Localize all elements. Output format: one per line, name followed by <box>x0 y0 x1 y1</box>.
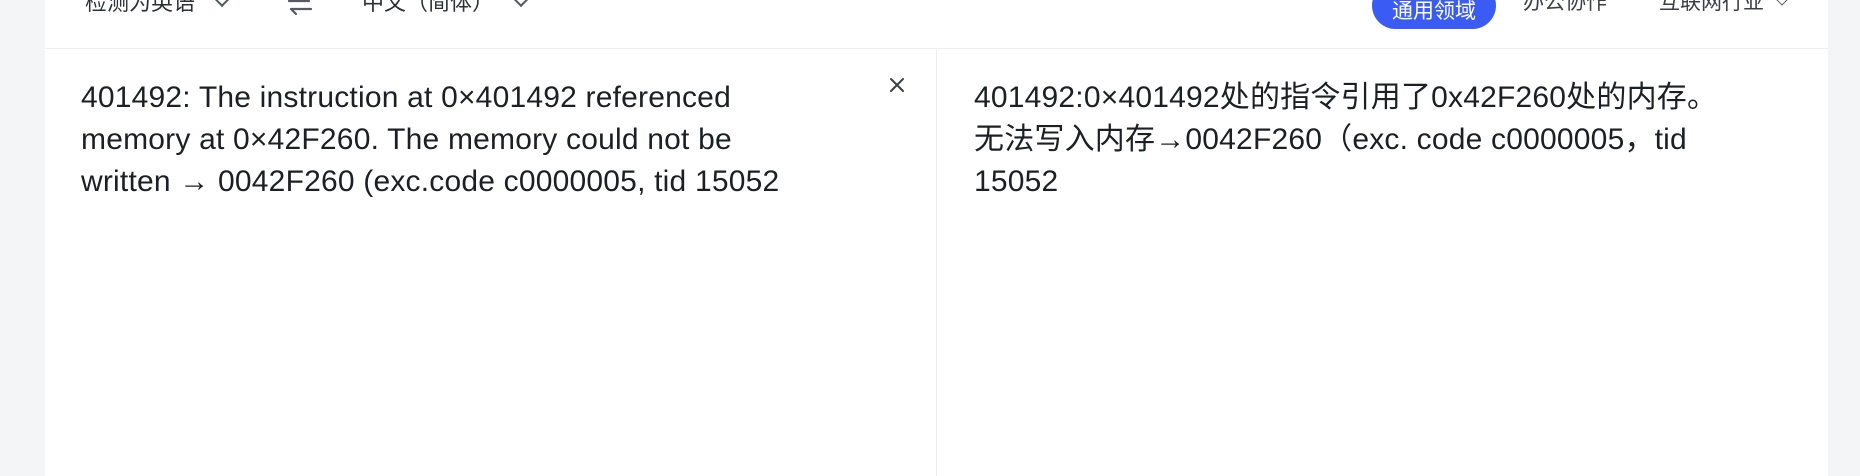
language-toolbar: 检测为英语 中文（简体） 通用领域 办公协作 互联网行业 <box>45 0 1828 49</box>
target-language-label: 中文（简体） <box>362 0 495 15</box>
source-text[interactable]: 401492: The instruction at 0×401492 refe… <box>81 77 871 203</box>
domain-general-button[interactable]: 通用领域 <box>1372 0 1496 29</box>
translation-text: 401492:0×401492处的指令引用了0x42F260处的内存。 无法写入… <box>974 81 1718 198</box>
result-panel: 401492:0×401492处的指令引用了0x42F260处的内存。 无法写入… <box>937 49 1828 476</box>
swap-languages-icon[interactable] <box>285 0 315 16</box>
translator-card: 检测为英语 中文（简体） 通用领域 办公协作 互联网行业 401492: The… <box>45 0 1828 476</box>
domain-industry-select[interactable]: 互联网行业 <box>1659 0 1788 16</box>
target-language-select[interactable]: 中文（简体） <box>362 0 529 16</box>
domain-industry-label: 互联网行业 <box>1659 0 1764 14</box>
source-panel[interactable]: 401492: The instruction at 0×401492 refe… <box>45 49 937 476</box>
chevron-down-icon <box>214 0 230 8</box>
domain-office-label: 办公协作 <box>1523 0 1607 14</box>
domain-office-button[interactable]: 办公协作 <box>1523 0 1607 16</box>
close-icon[interactable] <box>888 76 906 94</box>
chevron-down-icon <box>1776 0 1788 6</box>
source-language-select[interactable]: 检测为英语 <box>85 0 230 16</box>
source-language-label: 检测为英语 <box>85 0 196 15</box>
chevron-down-icon <box>513 0 529 8</box>
